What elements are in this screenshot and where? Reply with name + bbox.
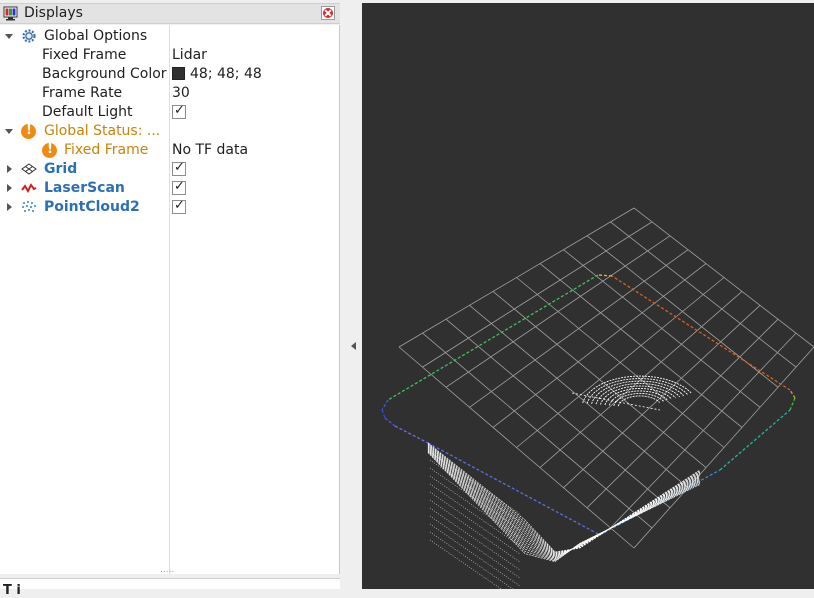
tree-item-label: Grid [44,161,78,177]
expand-arrow-icon[interactable] [5,129,13,134]
laser-scan-segment [789,389,796,399]
displays-panel: Displays Global Options Fixed Frame Lida… [0,0,340,598]
laserscan-checkbox[interactable] [172,179,186,195]
expand-arrow-icon[interactable] [7,165,12,173]
tree-item-frame-rate[interactable]: Frame Rate 30 [0,84,338,103]
monitor-icon [3,6,18,21]
laser-scan-segment [381,399,389,411]
tree-item-global-status[interactable]: Global Status: ... [0,122,338,141]
point-cloud-arc [613,392,664,406]
property-label: Default Light [42,104,133,120]
displays-panel-title: Displays [24,5,83,21]
bottom-panel: T i [0,578,340,598]
tree-item-label: Global Status: ... [44,123,161,139]
tree-item-fixed-frame[interactable]: Fixed Frame Lidar [0,46,338,65]
grid-checkbox[interactable] [172,160,186,176]
laser-scan-segment [789,397,796,411]
tree-item-pointcloud2[interactable]: PointCloud2 [0,198,338,217]
grid-line [563,305,761,488]
tree-item-global-options[interactable]: Global Options [0,27,338,46]
expand-arrow-icon[interactable] [5,34,13,39]
scene-render[interactable] [362,3,814,589]
3d-viewport[interactable] [362,3,814,589]
grid-line [610,221,797,368]
pointcloud-icon [22,201,36,212]
grid-line [610,332,797,529]
tree-item-grid[interactable]: Grid [0,160,338,179]
status-value: No TF data [172,142,249,158]
warning-icon [21,123,36,139]
default-light-checkbox[interactable] [172,103,186,119]
pointcloud2-checkbox[interactable] [172,198,186,214]
tree-item-label: PointCloud2 [44,199,140,215]
tree-item-default-light[interactable]: Default Light [0,103,338,122]
fixed-frame-value[interactable]: Lidar [172,47,207,63]
displays-panel-header: Displays [0,3,340,24]
tree-item-label: LaserScan [44,180,125,196]
point-cloud-layer [427,451,701,561]
grid-line [586,318,779,509]
tree-item-background-color[interactable]: Background Color 48; 48; 48 [0,65,338,84]
frame-rate-value[interactable]: 30 [172,85,190,101]
tree-item-laserscan[interactable]: LaserScan [0,179,338,198]
displays-tree: Global Options Fixed Frame Lidar Backgro… [0,25,340,574]
grid-icon [21,163,37,175]
collapse-arrow-icon[interactable] [351,342,356,350]
close-button[interactable] [321,6,335,20]
laser-scan-segment [381,409,386,419]
close-icon [323,8,333,18]
expand-arrow-icon[interactable] [7,184,12,192]
point-cloud-wall [429,515,521,579]
bottom-panel-title: T i [3,583,21,598]
panel-splitter[interactable] [340,0,362,589]
point-cloud-wall [429,539,502,589]
point-cloud-wall [429,523,521,587]
laser-scan-segment [384,417,396,427]
grid-line [633,346,814,549]
grid-line [539,291,743,468]
tree-item-label: Global Options [44,28,148,44]
point-cloud-layer [427,450,701,561]
laserscan-icon [21,183,37,194]
background-color-text: 48; 48; 48 [190,66,262,82]
tree-item-status-fixed-frame[interactable]: Fixed Frame No TF data [0,141,338,160]
status-label: Fixed Frame [64,142,149,158]
grid-line [539,263,743,428]
expand-arrow-icon[interactable] [7,203,12,211]
property-label: Frame Rate [42,85,123,101]
gear-icon [22,29,36,43]
property-label: Fixed Frame [42,47,127,63]
point-cloud-layer [427,452,701,563]
point-cloud-layer [427,449,701,560]
background-color-value[interactable]: 48; 48; 48 [172,66,262,82]
warning-icon [42,142,57,158]
grid-line [633,207,814,348]
color-swatch[interactable] [172,67,185,80]
property-label: Background Color [42,66,167,82]
laser-scan-segment [394,425,429,444]
laser-scan-segment [597,274,613,277]
point-cloud-layer [427,451,701,562]
